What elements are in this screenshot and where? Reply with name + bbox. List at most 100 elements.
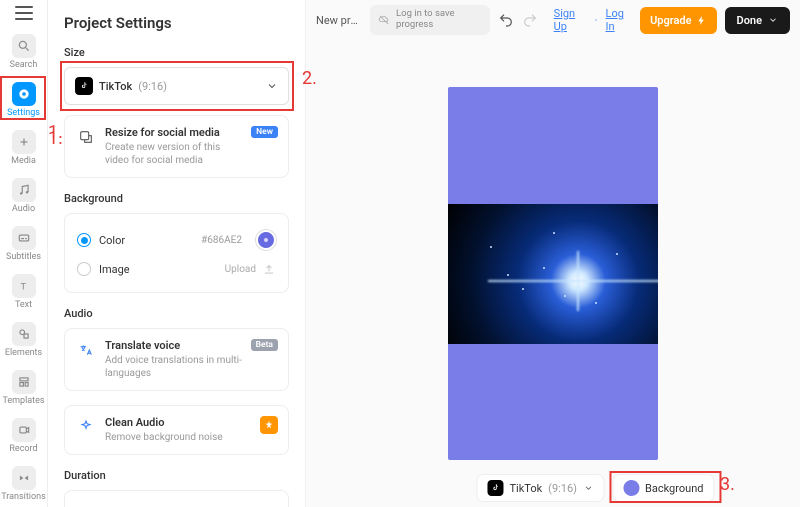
video-frame[interactable] <box>448 204 658 344</box>
section-background-label: Background <box>64 192 289 205</box>
canvas-wrap: TikTok (9:16) Background <box>306 40 800 507</box>
signup-link[interactable]: Sign Up <box>554 7 587 33</box>
templates-icon <box>12 370 36 394</box>
record-icon <box>12 418 36 442</box>
nav-elements-label: Elements <box>5 348 42 358</box>
tiktok-icon <box>75 77 93 95</box>
upload-label[interactable]: Upload <box>225 264 256 275</box>
transitions-icon <box>12 466 36 490</box>
nav-templates-label: Templates <box>2 396 44 406</box>
clean-audio-card[interactable]: Clean Audio Remove background noise <box>64 405 289 455</box>
bolt-icon <box>696 15 707 26</box>
done-button[interactable]: Done <box>725 7 790 34</box>
panel-title: Project Settings <box>64 14 289 32</box>
settings-panel: Project Settings Size TikTok (9:16) Resi… <box>48 0 306 507</box>
plus-icon <box>12 130 36 154</box>
size-platform: TikTok <box>99 80 132 93</box>
section-size-label: Size <box>64 46 289 59</box>
clean-sub: Remove background noise <box>105 431 252 444</box>
nav-search[interactable]: Search <box>2 30 46 74</box>
bg-image-option[interactable]: Image Upload <box>77 256 276 282</box>
resize-title: Resize for social media <box>105 126 243 139</box>
color-picker-button[interactable] <box>256 230 276 250</box>
upgrade-label: Upgrade <box>650 14 691 27</box>
nav-subtitles-label: Subtitles <box>6 252 41 262</box>
nav-search-label: Search <box>10 60 38 70</box>
nav-media-label: Media <box>11 156 36 166</box>
undo-button[interactable] <box>498 12 514 28</box>
footer-background-button[interactable]: Background <box>613 475 713 501</box>
beta-badge: Beta <box>251 339 278 351</box>
bg-color-option[interactable]: Color #686AE2 <box>77 224 276 256</box>
canvas-area: New proj... Log in to save progress Sign… <box>306 0 800 507</box>
section-duration-label: Duration <box>64 469 289 482</box>
chevron-down-icon <box>768 15 778 25</box>
resize-card[interactable]: Resize for social media Create new versi… <box>64 115 289 178</box>
nav-transitions-label: Transitions <box>1 492 46 502</box>
size-dropdown[interactable]: TikTok (9:16) <box>64 67 289 105</box>
nav-elements[interactable]: Elements <box>2 318 46 362</box>
upgrade-button[interactable]: Upgrade <box>640 7 716 34</box>
background-group: Color #686AE2 Image Upload <box>64 213 289 293</box>
nav-audio[interactable]: Audio <box>2 174 46 218</box>
bg-swatch <box>623 480 639 496</box>
login-hint[interactable]: Log in to save progress <box>370 5 490 35</box>
left-sidebar: Search Settings Media Audio Subtitles T … <box>0 0 48 507</box>
shapes-icon <box>12 322 36 346</box>
bg-color-label: Color <box>99 234 125 247</box>
upload-icon <box>262 262 276 276</box>
new-badge: New <box>251 126 278 138</box>
menu-icon[interactable] <box>15 6 33 20</box>
chevron-down-icon <box>266 80 278 92</box>
video-canvas[interactable] <box>448 87 658 460</box>
redo-button[interactable] <box>522 12 538 28</box>
sparkle-icon <box>75 416 97 438</box>
nav-record[interactable]: Record <box>2 414 46 458</box>
music-icon <box>12 178 36 202</box>
topbar: New proj... Log in to save progress Sign… <box>306 0 800 40</box>
bg-color-hex: #686AE2 <box>201 235 242 246</box>
clean-title: Clean Audio <box>105 416 252 429</box>
done-label: Done <box>737 14 762 27</box>
search-icon <box>12 34 36 58</box>
chevron-down-icon <box>583 483 593 493</box>
translate-sub: Add voice translations in multi-language… <box>105 354 243 380</box>
cloud-off-icon <box>378 13 390 27</box>
nav-templates[interactable]: Templates <box>2 366 46 410</box>
bg-image-radio[interactable] <box>77 262 91 276</box>
duration-group: Automatic Fixed 00:05.2 <box>64 490 289 507</box>
login-hint-text: Log in to save progress <box>396 9 482 31</box>
section-audio-label: Audio <box>64 307 289 320</box>
footer-bg-label: Background <box>645 482 703 495</box>
nav-settings[interactable]: Settings <box>2 78 46 122</box>
nav-text[interactable]: T Text <box>2 270 46 314</box>
translate-icon <box>75 339 97 361</box>
nav-record-label: Record <box>9 444 37 454</box>
duration-auto-option[interactable]: Automatic <box>77 501 276 507</box>
size-ratio: (9:16) <box>138 80 167 93</box>
nav-media[interactable]: Media <box>2 126 46 170</box>
bg-image-label: Image <box>99 263 130 276</box>
svg-text:T: T <box>20 282 26 293</box>
resize-icon <box>75 126 97 148</box>
nav-settings-label: Settings <box>7 108 40 118</box>
premium-badge <box>260 416 278 434</box>
footer-ratio: (9:16) <box>548 482 577 495</box>
bg-color-radio[interactable] <box>77 233 91 247</box>
nav-transitions[interactable]: Transitions <box>2 462 46 506</box>
footer-platform: TikTok <box>509 482 542 495</box>
footer-size-select[interactable]: TikTok (9:16) <box>477 475 603 501</box>
nav-subtitles[interactable]: Subtitles <box>2 222 46 266</box>
translate-title: Translate voice <box>105 339 243 352</box>
settings-icon <box>12 82 36 106</box>
login-link[interactable]: Log In <box>606 7 633 33</box>
translate-voice-card[interactable]: Translate voice Add voice translations i… <box>64 328 289 391</box>
nav-audio-label: Audio <box>12 204 35 214</box>
subtitles-icon <box>12 226 36 250</box>
nav-text-label: Text <box>15 300 32 310</box>
resize-sub: Create new version of this video for soc… <box>105 141 243 167</box>
tiktok-icon <box>487 480 503 496</box>
text-icon: T <box>12 274 36 298</box>
project-name[interactable]: New proj... <box>316 14 362 27</box>
canvas-footer: TikTok (9:16) Background <box>477 475 713 501</box>
